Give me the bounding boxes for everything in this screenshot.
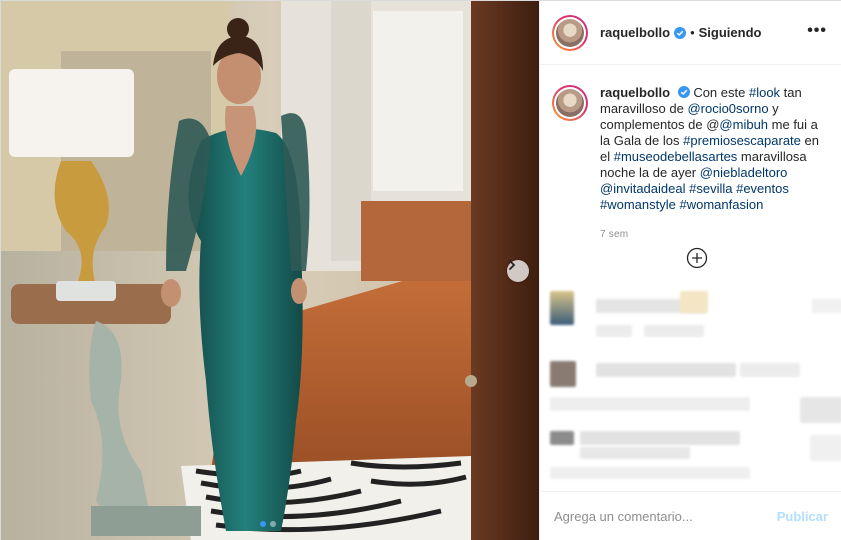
verified-badge-icon	[677, 86, 690, 98]
header-separator: •	[690, 25, 695, 40]
post-header: raquelbollo • Siguiendo •••	[540, 1, 841, 65]
caption-link[interactable]: #sevilla	[689, 181, 732, 196]
caption-avatar[interactable]	[552, 85, 588, 121]
caption-body: Con este #look tan maravilloso de @rocio…	[600, 85, 819, 212]
caption-text-segment: Con este	[693, 85, 749, 100]
more-options-icon[interactable]: •••	[807, 23, 827, 39]
comment-input[interactable]	[554, 509, 777, 524]
comment-bar: Publicar	[540, 491, 841, 540]
post-side-panel: raquelbollo • Siguiendo ••• raquelbollo …	[539, 1, 841, 540]
post-photo-image	[1, 1, 539, 540]
caption-link[interactable]: #womanstyle	[600, 197, 676, 212]
avatar[interactable]	[552, 14, 588, 51]
caption-link[interactable]: #premiosescaparate	[683, 133, 801, 148]
caption-link[interactable]: @niebladeltoro	[700, 165, 788, 180]
instagram-post: raquelbollo • Siguiendo ••• raquelbollo …	[0, 0, 841, 540]
caption-text: raquelbollo Con este #look tan maravillo…	[600, 85, 826, 213]
caption-link[interactable]: @rocio0sorno	[687, 101, 768, 116]
blurred-comments	[540, 285, 841, 491]
post-photo[interactable]	[1, 1, 539, 540]
following-button[interactable]: Siguiendo	[699, 25, 762, 40]
caption-link[interactable]: #eventos	[736, 181, 789, 196]
plus-circle-icon[interactable]	[686, 247, 708, 269]
carousel-indicator	[260, 521, 276, 527]
caption-link[interactable]: @mibuh	[719, 117, 768, 132]
next-slide-button[interactable]	[507, 260, 529, 282]
post-caption: raquelbollo Con este #look tan maravillo…	[552, 85, 836, 213]
carousel-dot	[270, 521, 276, 527]
caption-link[interactable]: #museodebellasartes	[614, 149, 738, 164]
carousel-dot-active	[260, 521, 266, 527]
caption-username[interactable]: raquelbollo	[600, 85, 670, 100]
header-username[interactable]: raquelbollo	[600, 25, 670, 40]
caption-link[interactable]: #look	[749, 85, 780, 100]
caption-link[interactable]: @invitadaideal	[600, 181, 685, 196]
verified-badge-icon	[674, 26, 687, 39]
publish-button[interactable]: Publicar	[777, 509, 828, 524]
chevron-right-icon	[509, 260, 516, 270]
post-timestamp[interactable]: 7 sem	[600, 229, 628, 240]
caption-link[interactable]: #womanfasion	[680, 197, 764, 212]
